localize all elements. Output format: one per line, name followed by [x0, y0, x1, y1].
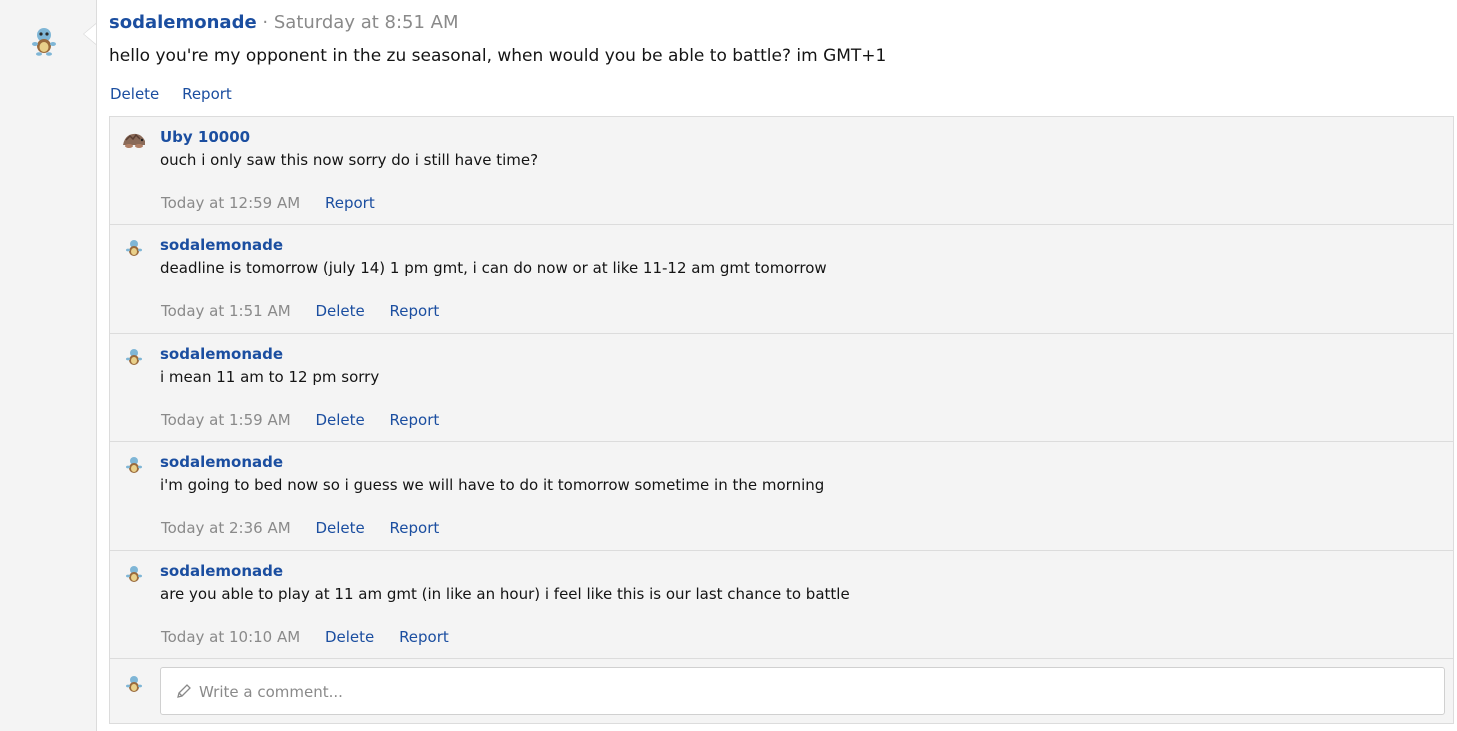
report-comment-link[interactable]: Report — [390, 411, 440, 429]
report-post-link[interactable]: Report — [182, 85, 232, 103]
squirtle-avatar — [126, 676, 142, 692]
delete-comment-link[interactable]: Delete — [315, 302, 364, 320]
comment-author-link[interactable]: sodalemonade — [160, 345, 283, 363]
delete-comment-link[interactable]: Delete — [325, 628, 374, 646]
comment-timestamp[interactable]: Today at 10:10 AM — [161, 628, 300, 646]
comment-author-link[interactable]: sodalemonade — [160, 236, 283, 254]
reply-row: Write a comment... — [110, 659, 1453, 723]
comment-item: sodalemonade i'm going to bed now so i g… — [110, 442, 1453, 551]
comment-meta: Today at 10:10 AM Delete Report — [161, 628, 469, 646]
comment-meta: Today at 1:51 AM Delete Report — [161, 302, 459, 320]
report-comment-link[interactable]: Report — [390, 519, 440, 537]
comment-text: i mean 11 am to 12 pm sorry — [160, 368, 380, 386]
comment-text: i'm going to bed now so i guess we will … — [160, 476, 825, 494]
delete-post-link[interactable]: Delete — [110, 85, 159, 103]
report-comment-link[interactable]: Report — [399, 628, 449, 646]
comment-placeholder: Write a comment... — [199, 683, 343, 701]
comment-meta: Today at 12:59 AM Report — [161, 194, 395, 212]
report-comment-link[interactable]: Report — [325, 194, 375, 212]
comment-meta: Today at 2:36 AM Delete Report — [161, 519, 459, 537]
comment-timestamp[interactable]: Today at 12:59 AM — [161, 194, 300, 212]
separator-dot: · — [262, 12, 269, 33]
post-header: sodalemonade · Saturday at 8:51 AM — [109, 12, 459, 33]
squirtle-avatar[interactable] — [124, 239, 144, 257]
post-actions: Delete Report — [110, 85, 250, 103]
comment-timestamp[interactable]: Today at 1:51 AM — [161, 302, 291, 320]
post-body: hello you're my opponent in the zu seaso… — [109, 46, 887, 66]
comment-meta: Today at 1:59 AM Delete Report — [161, 411, 459, 429]
report-comment-link[interactable]: Report — [390, 302, 440, 320]
squirtle-avatar[interactable] — [124, 456, 144, 474]
comment-item: Uby 10000 ouch i only saw this now sorry… — [110, 117, 1453, 225]
comment-timestamp[interactable]: Today at 1:59 AM — [161, 411, 291, 429]
post-pointer — [84, 24, 96, 44]
comment-item: sodalemonade are you able to play at 11 … — [110, 551, 1453, 659]
comment-list: Uby 10000 ouch i only saw this now sorry… — [109, 116, 1454, 724]
comment-text: deadline is tomorrow (july 14) 1 pm gmt,… — [160, 259, 827, 277]
pencil-icon — [177, 684, 191, 698]
comment-text: are you able to play at 11 am gmt (in li… — [160, 585, 850, 603]
comment-item: sodalemonade i mean 11 am to 12 pm sorry… — [110, 334, 1453, 442]
comment-author-link[interactable]: sodalemonade — [160, 562, 283, 580]
comment-author-link[interactable]: sodalemonade — [160, 453, 283, 471]
post-timestamp[interactable]: Saturday at 8:51 AM — [274, 12, 459, 33]
comment-timestamp[interactable]: Today at 2:36 AM — [161, 519, 291, 537]
avatar-column — [0, 0, 97, 731]
squirtle-avatar[interactable] — [124, 565, 144, 583]
delete-comment-link[interactable]: Delete — [315, 519, 364, 537]
comment-item: sodalemonade deadline is tomorrow (july … — [110, 225, 1453, 334]
ground-creature-avatar[interactable] — [121, 129, 147, 149]
delete-comment-link[interactable]: Delete — [315, 411, 364, 429]
comment-text: ouch i only saw this now sorry do i stil… — [160, 151, 539, 169]
post-author-link[interactable]: sodalemonade — [109, 12, 257, 33]
comment-author-link[interactable]: Uby 10000 — [160, 128, 250, 146]
squirtle-avatar[interactable] — [124, 348, 144, 366]
squirtle-avatar[interactable] — [30, 26, 58, 56]
write-comment-input[interactable]: Write a comment... — [160, 667, 1445, 715]
